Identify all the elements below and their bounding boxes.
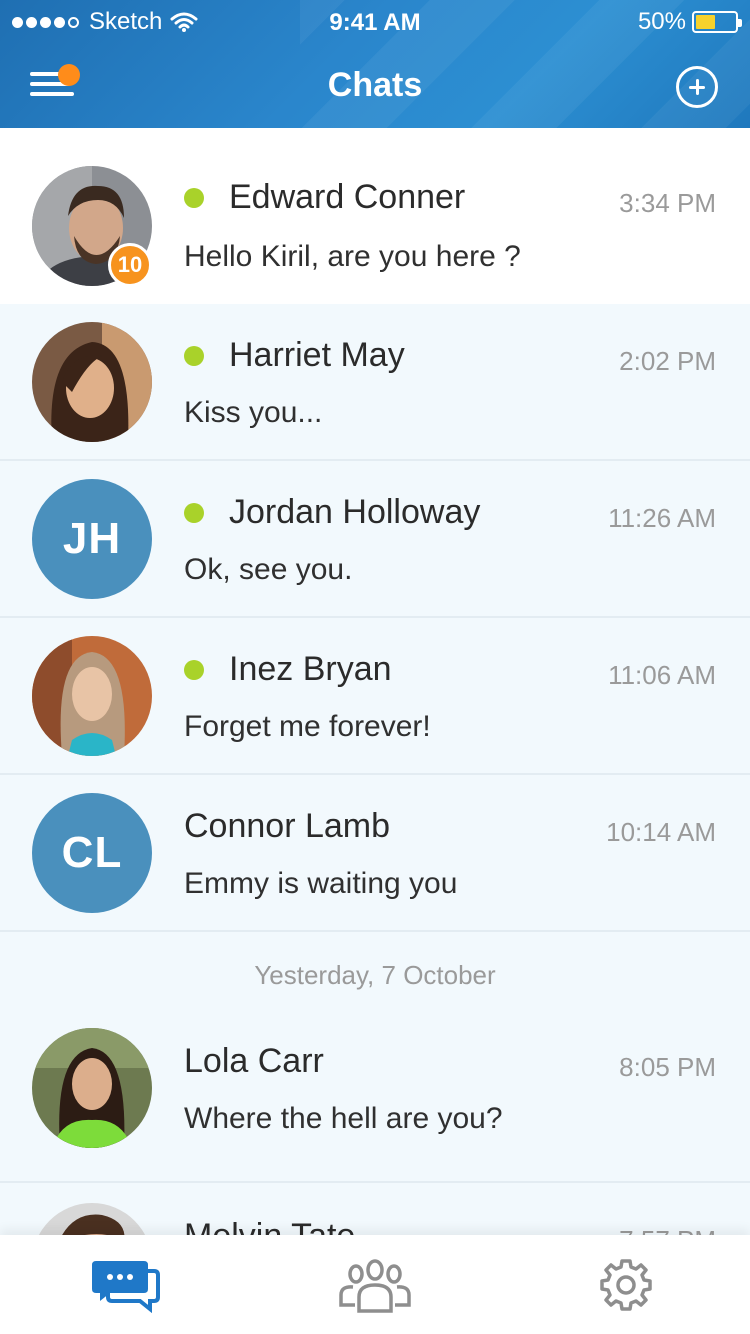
- message-time: 10:14 AM: [606, 817, 716, 847]
- message-time: 11:06 AM: [608, 660, 716, 690]
- chat-row[interactable]: 10 Edward Conner Hello Kiril, are you he…: [0, 128, 750, 304]
- people-icon: [335, 1257, 415, 1313]
- last-message: Emmy is waiting you: [184, 867, 458, 900]
- contact-name: Edward Conner: [229, 178, 466, 216]
- battery-level: [696, 15, 715, 29]
- unread-badge: 10: [108, 243, 152, 287]
- chat-list[interactable]: 10 Edward Conner Hello Kiril, are you he…: [0, 128, 750, 1235]
- contact-name: Harriet May: [229, 336, 405, 374]
- online-indicator: [184, 660, 204, 680]
- last-message: Kiss you...: [184, 396, 323, 429]
- page-title: Chats: [327, 66, 423, 104]
- date-divider: Yesterday, 7 October: [0, 932, 750, 1026]
- contact-name: Lola Carr: [184, 1042, 324, 1080]
- tab-contacts[interactable]: [335, 1257, 415, 1317]
- online-indicator: [184, 503, 204, 523]
- avatar: [32, 1028, 152, 1148]
- message-time: 3:34 PM: [619, 188, 716, 218]
- message-time: 2:02 PM: [619, 346, 716, 376]
- avatar: [32, 322, 152, 442]
- tab-chats[interactable]: [90, 1257, 170, 1317]
- online-indicator: [184, 346, 204, 366]
- contact-name: Connor Lamb: [184, 807, 391, 845]
- chat-row[interactable]: Inez Bryan Forget me forever! 11:06 AM: [0, 618, 750, 775]
- tab-settings[interactable]: [598, 1257, 678, 1317]
- avatar: [32, 636, 152, 756]
- message-time: 7:57 PM: [619, 1225, 716, 1235]
- date-divider-label: Yesterday, 7 October: [254, 960, 496, 990]
- gear-icon: [598, 1257, 678, 1313]
- last-message: Hello Kiril, are you here ?: [184, 240, 521, 273]
- online-indicator: [184, 188, 204, 208]
- nav-bar: Chats: [0, 44, 750, 128]
- add-circle-icon[interactable]: [676, 66, 718, 108]
- chat-row[interactable]: Lola Carr Where the hell are you? 8:05 P…: [0, 1026, 750, 1183]
- chat-row[interactable]: CL Connor Lamb Emmy is waiting you 10:14…: [0, 775, 750, 932]
- chat-row[interactable]: Melvin Tate 7:57 PM: [0, 1183, 750, 1235]
- avatar: CL: [32, 793, 152, 913]
- message-time: 11:26 AM: [608, 503, 716, 533]
- tab-bar: [0, 1235, 750, 1334]
- last-message: Where the hell are you?: [184, 1102, 503, 1135]
- contact-name: Melvin Tate: [184, 1217, 355, 1235]
- avatar: [32, 1203, 152, 1235]
- battery-icon: [692, 11, 742, 33]
- avatar: JH: [32, 479, 152, 599]
- contact-name: Inez Bryan: [229, 650, 392, 688]
- chat-row[interactable]: Harriet May Kiss you... 2:02 PM: [0, 304, 750, 461]
- chat-bubbles-icon: [90, 1257, 170, 1313]
- chat-row[interactable]: JH Jordan Holloway Ok, see you. 11:26 AM: [0, 461, 750, 618]
- status-bar: Sketch 9:41 AM 50%: [0, 0, 750, 44]
- status-right: 50%: [637, 8, 742, 36]
- message-time: 8:05 PM: [619, 1052, 716, 1082]
- last-message: Forget me forever!: [184, 710, 431, 743]
- last-message: Ok, see you.: [184, 553, 353, 586]
- contact-name: Jordan Holloway: [229, 493, 481, 531]
- header: Sketch 9:41 AM 50% Chats: [0, 0, 750, 128]
- battery-percent: 50%: [637, 8, 686, 35]
